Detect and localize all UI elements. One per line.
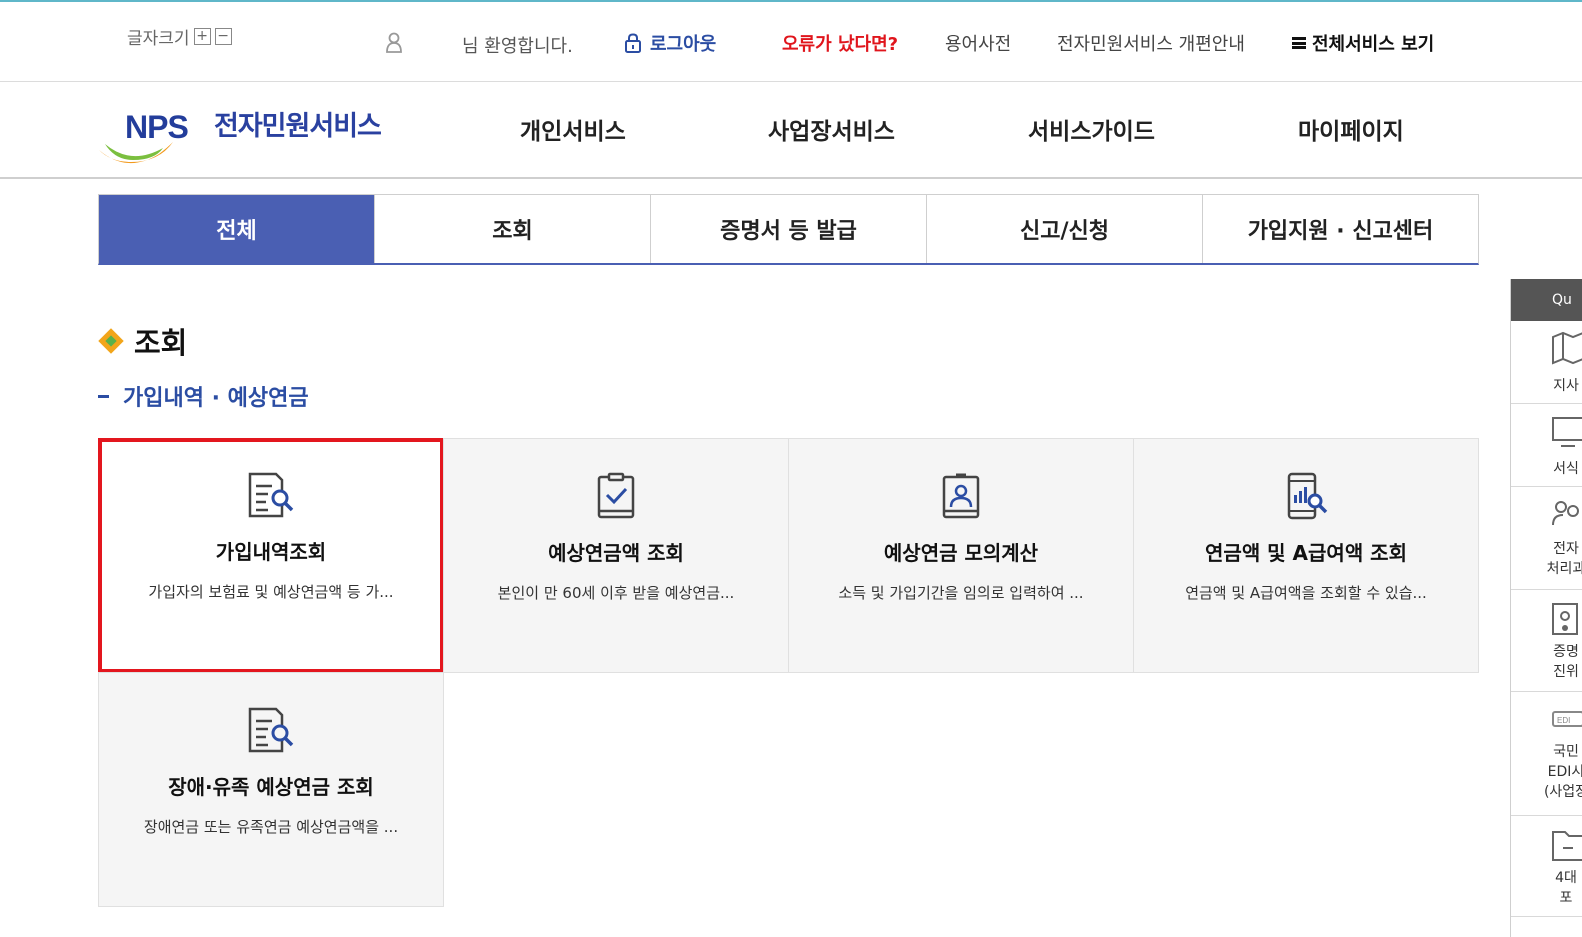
quick-item-edi[interactable]: EDI 국민 EDI시 (사업장 xyxy=(1511,692,1582,816)
gnb-service-guide[interactable]: 서비스가이드 xyxy=(1028,112,1155,146)
all-services-label: 전체서비스 보기 xyxy=(1312,34,1435,55)
monitor-icon xyxy=(1552,417,1582,447)
renewal-notice-link[interactable]: 전자민원서비스 개편안내 xyxy=(1057,30,1245,56)
all-services-link[interactable]: 전체서비스 보기 xyxy=(1292,30,1434,56)
diamond-bullet-icon xyxy=(98,328,124,354)
card-description: 소득 및 가입기간을 임의로 입력하여 ... xyxy=(838,584,1084,602)
font-size-label: 글자크기 xyxy=(127,29,190,49)
card-enrollment-history[interactable]: 가입내역조회 가입자의 보험료 및 예상연금액 등 가... xyxy=(98,438,444,673)
quick-item-label: 지사 xyxy=(1553,378,1579,394)
quick-item-certificate-verification[interactable]: 증명 진위 xyxy=(1511,590,1582,692)
section-title: 조회 xyxy=(134,326,188,360)
card-pension-simulation[interactable]: 예상연금 모의계산 소득 및 가입기간을 임의로 입력하여 ... xyxy=(788,438,1134,673)
card-description: 본인이 만 60세 이후 받을 예상연금... xyxy=(497,584,735,602)
tab-enrollment-support[interactable]: 가입지원 · 신고센터 xyxy=(1202,195,1478,263)
quick-menu-header: Qu xyxy=(1511,279,1582,321)
welcome-message: 님 환영합니다. xyxy=(462,36,573,57)
dictionary-link[interactable]: 용어사전 xyxy=(945,30,1011,56)
map-icon xyxy=(1552,331,1582,365)
card-description: 연금액 및 A급여액을 조회할 수 있습... xyxy=(1185,584,1427,602)
category-tabs: 전체 조회 증명서 등 발급 신고/신청 가입지원 · 신고센터 xyxy=(98,194,1479,265)
quick-item-label: 4대 포 xyxy=(1555,870,1577,906)
logout-label: 로그아웃 xyxy=(650,34,717,55)
card-title: 예상연금액 조회 xyxy=(548,541,684,565)
document-search-icon xyxy=(248,707,294,753)
quick-item-branch[interactable]: 지사 xyxy=(1511,321,1582,404)
quick-item-label: 국민 EDI시 (사업장 xyxy=(1543,744,1582,800)
quick-item-e-processing[interactable]: 전자 처리과 xyxy=(1511,487,1582,590)
document-search-icon xyxy=(248,472,294,518)
gnb-business-services[interactable]: 사업장서비스 xyxy=(768,112,895,146)
tab-report-application[interactable]: 신고/신청 xyxy=(926,195,1202,263)
gnb-my-page[interactable]: 마이페이지 xyxy=(1298,112,1404,146)
main-navigation: NPS 전자민원서비스 개인서비스 사업장서비스 서비스가이드 마이페이지 xyxy=(0,82,1582,179)
logo-mark-text: NPS xyxy=(125,109,188,145)
gnb-personal-services[interactable]: 개인서비스 xyxy=(520,112,626,146)
svg-text:EDI: EDI xyxy=(1557,716,1570,725)
card-expected-pension[interactable]: 예상연금액 조회 본인이 만 60세 이후 받을 예상연금... xyxy=(443,438,789,673)
card-title: 가입내역조회 xyxy=(215,540,327,564)
dash-bullet-icon xyxy=(98,394,109,398)
certificate-icon xyxy=(1552,603,1578,635)
person-badge-icon xyxy=(942,473,980,519)
lock-icon xyxy=(625,33,641,53)
people-icon xyxy=(1552,501,1579,526)
card-title: 장애·유족 예상연금 조회 xyxy=(168,775,374,799)
quick-item-forms[interactable]: 서식 xyxy=(1511,404,1582,487)
logo-service-name: 전자민원서비스 xyxy=(214,111,382,142)
card-description: 장애연금 또는 유족연금 예상연금액을 ... xyxy=(143,818,399,836)
error-report-link[interactable]: 오류가 났다면? xyxy=(782,30,898,56)
quick-item-label: 증명 진위 xyxy=(1553,644,1579,680)
card-pension-amount[interactable]: 연금액 및 A급여액 조회 연금액 및 A급여액을 조회할 수 있습... xyxy=(1133,438,1479,673)
card-title: 예상연금 모의계산 xyxy=(883,541,1039,565)
tab-certificate-issuance[interactable]: 증명서 등 발급 xyxy=(650,195,926,263)
font-size-decrease-button[interactable]: − xyxy=(214,28,232,45)
menu-icon xyxy=(1292,37,1306,49)
logout-link[interactable]: 로그아웃 xyxy=(624,30,716,56)
font-size-control: 글자크기 + − xyxy=(127,24,232,49)
tab-inquiry[interactable]: 조회 xyxy=(374,195,650,263)
section-heading: 조회 xyxy=(98,320,187,362)
quick-item-label: 서식 xyxy=(1553,461,1579,477)
card-disability-survivor-pension[interactable]: 장애·유족 예상연금 조회 장애연금 또는 유족연금 예상연금액을 ... xyxy=(98,672,444,907)
card-title: 연금액 및 A급여액 조회 xyxy=(1205,541,1407,565)
mobile-chart-search-icon xyxy=(1287,472,1328,520)
clipboard-check-icon xyxy=(597,472,635,519)
user-icon xyxy=(386,32,402,53)
subsection-title: 가입내역 · 예상연금 xyxy=(123,386,309,411)
folder-icon xyxy=(1552,831,1582,861)
edi-icon: EDI xyxy=(1552,711,1582,727)
tab-all[interactable]: 전체 xyxy=(99,195,374,263)
quick-menu: Qu 지사 서식 전자 처리과 증명 진위 EDI 국민 EDI시 (사업 4대… xyxy=(1510,279,1582,937)
utility-bar: 글자크기 + − 님 환영합니다. 로그아웃 오류가 났다면? 용어사전 전자민… xyxy=(0,2,1582,82)
subsection-heading: 가입내역 · 예상연금 xyxy=(98,380,309,412)
font-size-increase-button[interactable]: + xyxy=(193,28,211,45)
card-description: 가입자의 보험료 및 예상연금액 등 가... xyxy=(148,583,394,601)
quick-item-label: 전자 처리과 xyxy=(1546,541,1582,577)
quick-item-four-insurance-portal[interactable]: 4대 포 xyxy=(1511,816,1582,917)
